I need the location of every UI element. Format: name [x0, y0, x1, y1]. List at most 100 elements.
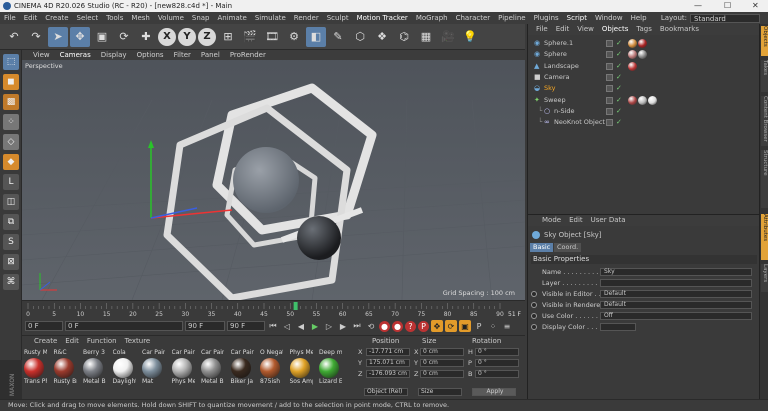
object-name[interactable]: Landscape [544, 61, 579, 72]
coordinate-mode-dropdown[interactable]: Object (Rel) [364, 388, 408, 396]
menu-select[interactable]: Select [73, 12, 103, 24]
material-swatch[interactable]: Car Pain Mat [142, 349, 165, 399]
visibility-toggle[interactable] [606, 107, 613, 115]
visibility-toggle[interactable] [606, 119, 613, 127]
enabled-check-icon[interactable]: ✓ [616, 49, 622, 60]
texture-mode-icon[interactable]: ▩ [3, 94, 19, 110]
material-swatch[interactable]: R&C Rusty Br [53, 349, 77, 399]
light-icon[interactable]: 💡 [460, 27, 480, 47]
scale-key-icon[interactable]: ▣ [459, 320, 471, 332]
tweak-mode-icon[interactable]: ◫ [3, 194, 19, 210]
y-axis-lock-icon[interactable]: Y [178, 27, 196, 46]
attribute-value-field[interactable]: Default [600, 301, 752, 309]
size-field[interactable]: 0 cm [420, 370, 464, 378]
material-swatch[interactable]: Car Pain Biker Ja [230, 349, 254, 399]
object-menu-view[interactable]: View [573, 25, 598, 33]
attribute-value-field[interactable] [600, 279, 752, 287]
viewport-menu-prorender[interactable]: ProRender [225, 51, 271, 59]
grey-sphere[interactable] [233, 147, 299, 213]
timeline-ruler[interactable]: 0 5 10 15 20 25 30 35 40 45 50 55 60 65 70 75 80 85 90 51 F [22, 300, 525, 318]
material-tag-icon[interactable] [628, 61, 637, 71]
environment-icon[interactable]: ▦ [416, 27, 436, 47]
attribute-value-field[interactable]: Default [600, 290, 752, 298]
menu-plugins[interactable]: Plugins [530, 12, 563, 24]
viewport-menu-panel[interactable]: Panel [196, 51, 225, 59]
menu-script[interactable]: Script [563, 12, 591, 24]
object-row[interactable]: ▲ Landscape ✓ [528, 61, 760, 72]
right-tab-attributes[interactable]: Attributes [761, 214, 768, 260]
object-name[interactable]: Camera [544, 72, 570, 83]
object-name[interactable]: n-Side [554, 106, 575, 117]
enabled-check-icon[interactable]: ✓ [616, 95, 622, 106]
menu-simulate[interactable]: Simulate [251, 12, 290, 24]
go-to-start-icon[interactable]: ⏮ [267, 320, 279, 332]
menu-edit[interactable]: Edit [20, 12, 42, 24]
right-tab-takes[interactable]: Takes [761, 60, 768, 92]
position-key-icon[interactable]: ✥ [431, 320, 443, 332]
close-button[interactable]: ✕ [752, 0, 759, 12]
point-level-icon[interactable]: ⁘ [487, 320, 499, 332]
next-key-icon[interactable]: ▶ [337, 320, 349, 332]
enabled-check-icon[interactable]: ✓ [616, 117, 622, 128]
material-swatch[interactable]: Rusty Me Trans Ph [24, 349, 47, 399]
autokey-icon[interactable]: ● [392, 320, 403, 332]
material-tag-icon[interactable] [638, 39, 647, 48]
menu-mograph[interactable]: MoGraph [412, 12, 452, 24]
attribute-value-field[interactable]: Off [600, 312, 752, 320]
visibility-toggle[interactable] [606, 85, 613, 93]
previous-frame-icon[interactable]: ◀ [295, 320, 307, 332]
tab-basic[interactable]: Basic [530, 243, 554, 252]
loop-icon[interactable]: ⟲ [365, 320, 377, 332]
viewport-menu-cameras[interactable]: Cameras [55, 51, 96, 59]
material-tag-icon[interactable] [638, 95, 647, 105]
material-swatch[interactable]: Car Pain Phys Me [171, 349, 195, 399]
size-field[interactable]: 0 cm [420, 348, 464, 356]
material-swatch[interactable]: O Negat 875ish [260, 349, 283, 399]
rotation-field[interactable]: 0 ° [475, 370, 519, 378]
size-field[interactable]: 0 cm [420, 359, 464, 367]
end-frame-field[interactable]: 90 F [227, 321, 265, 331]
menu-mesh[interactable]: Mesh [127, 12, 153, 24]
menu-pipeline[interactable]: Pipeline [494, 12, 529, 24]
object-menu-objects[interactable]: Objects [598, 25, 632, 33]
object-menu-edit[interactable]: Edit [552, 25, 574, 33]
scale-tool-icon[interactable]: ▣ [92, 27, 112, 47]
play-icon[interactable]: ▶ [309, 320, 321, 332]
material-menu-edit[interactable]: Edit [61, 337, 83, 345]
material-menu-function[interactable]: Function [83, 337, 121, 345]
visibility-toggle[interactable] [606, 62, 613, 70]
menu-character[interactable]: Character [452, 12, 495, 24]
polygons-mode-icon[interactable]: ◆ [3, 154, 19, 170]
undo-icon[interactable]: ↶ [4, 27, 24, 47]
material-swatch[interactable]: Deep m Lizard E [319, 349, 342, 399]
playhead[interactable] [293, 302, 298, 310]
object-name[interactable]: NeoKnot Object [554, 117, 605, 128]
tab-coord[interactable]: Coord. [554, 243, 582, 252]
attribute-value-field[interactable]: Sky [600, 268, 752, 276]
animate-parameter-radio[interactable] [531, 324, 537, 330]
attribute-menu-user-data[interactable]: User Data [587, 216, 630, 224]
menu-tools[interactable]: Tools [102, 12, 127, 24]
enabled-check-icon[interactable]: ✓ [616, 61, 622, 72]
object-menu-file[interactable]: File [532, 25, 552, 33]
maximize-button[interactable]: ☐ [724, 0, 731, 12]
object-row[interactable]: ✦ Sweep ✓ [528, 95, 760, 106]
viewport-menu-view[interactable]: View [28, 51, 55, 59]
menu-help[interactable]: Help [627, 12, 651, 24]
material-menu-create[interactable]: Create [30, 337, 61, 345]
model-mode-icon[interactable]: ◼ [3, 74, 19, 90]
min-frame-field[interactable]: 0 F [65, 321, 183, 331]
render-view-icon[interactable]: 🎬 [240, 27, 260, 47]
enabled-check-icon[interactable]: ✓ [616, 72, 622, 83]
rotation-key-icon[interactable]: ⟳ [445, 320, 457, 332]
material-swatch[interactable]: Cola Daylight [112, 349, 136, 399]
snap-icon[interactable]: S [3, 234, 19, 250]
menu-snap[interactable]: Snap [188, 12, 214, 24]
viewport-menu-filter[interactable]: Filter [169, 51, 196, 59]
menu-create[interactable]: Create [41, 12, 72, 24]
object-row[interactable]: └ ○ n-Side ✓ [528, 106, 760, 117]
attribute-menu-mode[interactable]: Mode [538, 216, 565, 224]
visibility-toggle[interactable] [606, 51, 613, 59]
material-menu-texture[interactable]: Texture [121, 337, 155, 345]
object-menu-tags[interactable]: Tags [632, 25, 656, 33]
